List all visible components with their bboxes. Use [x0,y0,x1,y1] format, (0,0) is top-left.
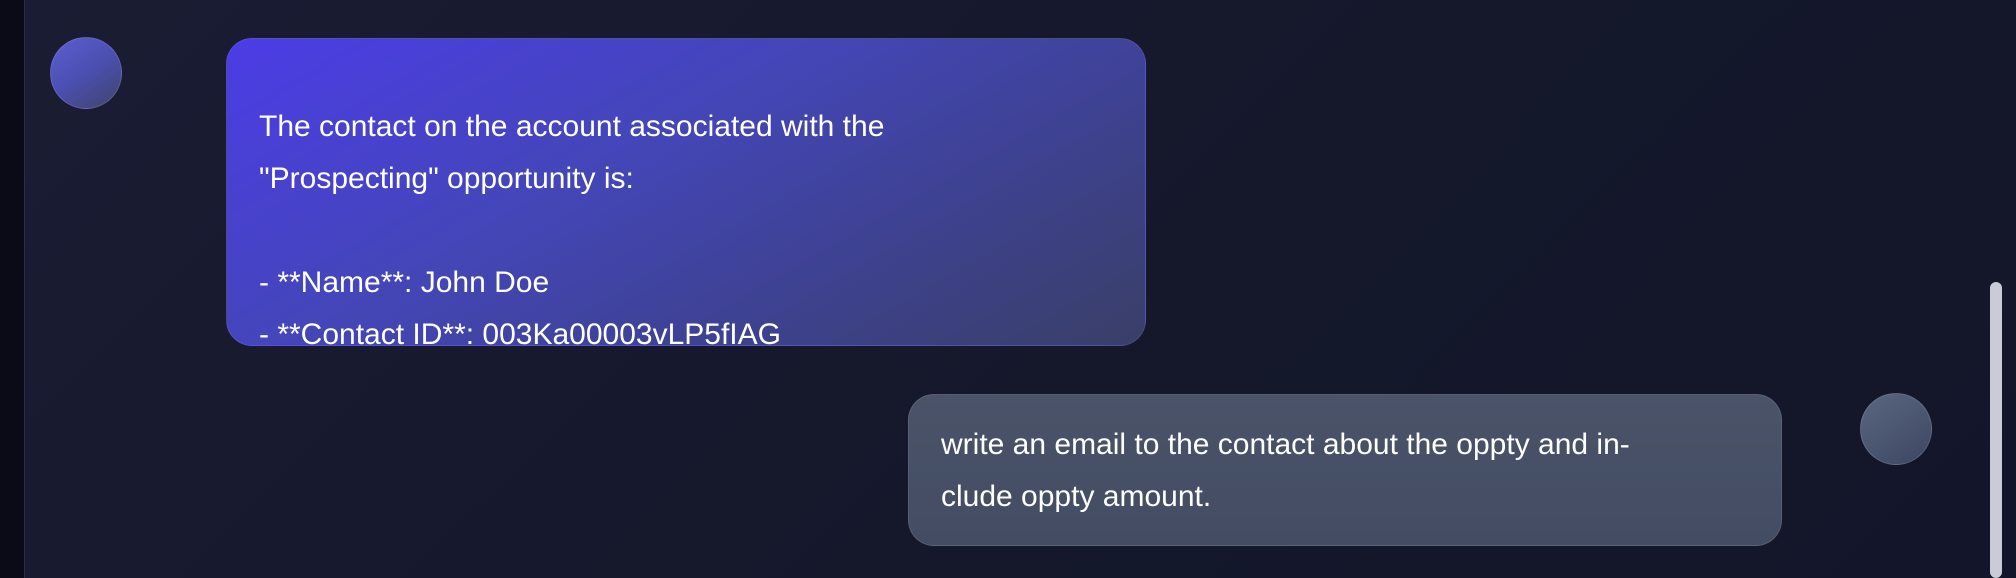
assistant-message-text: The contact on the account associated wi… [259,110,885,351]
user-message-text: write an email to the contact about the … [941,428,1630,513]
user-message-bubble: write an email to the contact about the … [908,394,1782,546]
assistant-message-bubble: The contact on the account associated wi… [226,38,1146,351]
assistant-avatar-icon [50,37,122,109]
left-edge [0,0,24,578]
scrollbar-thumb[interactable] [1990,282,2002,578]
user-avatar-icon [1860,393,1932,465]
